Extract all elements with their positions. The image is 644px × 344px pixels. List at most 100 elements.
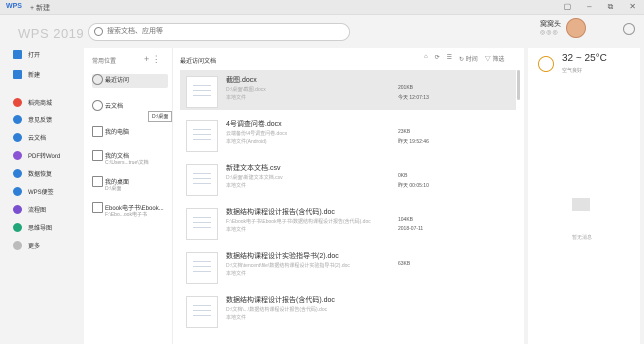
sidebar-item-new[interactable]: 新建 — [13, 68, 40, 80]
flowchart-icon — [13, 204, 22, 214]
file-time: 昨天 19:52:46 — [398, 139, 429, 145]
location-path: D:\桌面 — [105, 186, 122, 192]
file-time: 昨天 00:05:10 — [398, 183, 429, 189]
sidebar-item-label: 新建 — [28, 72, 41, 79]
sidebar-item-pdf[interactable]: PDF转Word — [13, 149, 60, 161]
file-path: D:\文档\...\数据结构课程设计报告(含代码).doc — [226, 307, 328, 313]
file-row[interactable]: 数据结构课程设计报告(含代码).doc D:\文档\...\数据结构课程设计报告… — [180, 290, 516, 330]
feedback-icon — [13, 114, 22, 124]
cloud-icon — [13, 132, 22, 142]
sidebar-item-feedback[interactable]: 意见反馈 — [13, 113, 52, 125]
doc-thumbnail-icon — [186, 76, 218, 108]
file-row[interactable]: 4号调查问卷.docx 云端备份\4号调查问卷.docx 本地文件(Androi… — [180, 114, 516, 154]
file-size: 0KB — [398, 173, 408, 179]
sidebar-item-label: 意见反馈 — [28, 117, 53, 124]
note-icon — [13, 186, 22, 196]
doc-folder-icon — [92, 150, 103, 161]
sidebar-item-store[interactable]: 稻壳商城 — [13, 96, 52, 108]
sidebar-item-open[interactable]: 打开 — [13, 48, 40, 60]
close-button[interactable]: ✕ — [629, 2, 636, 12]
sidebar-item-recovery[interactable]: 数据恢复 — [13, 167, 52, 179]
app-title: WPS 2019 — [18, 26, 85, 41]
file-source: 本地文件(Android) — [226, 139, 267, 145]
file-source: 本地文件 — [226, 95, 247, 101]
home-icon[interactable]: ⌂ — [424, 54, 428, 63]
file-size: 63KB — [398, 261, 411, 267]
list-view-icon[interactable]: ☰ — [447, 54, 452, 63]
file-source: 本地文件 — [226, 271, 247, 277]
recovery-icon — [13, 168, 22, 178]
location-path: F:\Ebo...ook电子书 — [105, 212, 147, 218]
file-name: 数据结构课程设计报告(含代码).doc — [226, 209, 335, 216]
computer-icon — [92, 126, 103, 137]
file-time: 今天 12:07:13 — [398, 95, 429, 101]
file-name: 数据结构课程设计实验指导书(2).doc — [226, 253, 339, 260]
location-ebook[interactable]: Ebook电子书\Ebook... F:\Ebo...ook电子书 — [92, 202, 168, 222]
sidebar-item-cloud[interactable]: 云文档 — [13, 131, 46, 143]
sun-icon — [538, 56, 554, 72]
file-row[interactable]: 截图.docx D:\桌面\截图.docx 本地文件 201KB 今天 12:0… — [180, 70, 516, 110]
avatar[interactable] — [566, 18, 586, 38]
location-recent[interactable]: 最近访问 — [92, 74, 168, 88]
empty-messages-label: 暂无消息 — [572, 235, 593, 241]
right-panel: 32 ~ 25°C 空气良好 暂无消息 — [528, 48, 640, 344]
path-tooltip: D:\桌面 — [148, 111, 173, 122]
weather-temp: 32 ~ 25°C — [562, 53, 607, 64]
refresh-icon[interactable]: ⟳ — [435, 54, 440, 63]
file-source: 本地文件 — [226, 227, 247, 233]
sidebar-item-notes[interactable]: WPS便签 — [13, 185, 54, 197]
new-tab-button[interactable]: + 新建 — [30, 3, 50, 13]
file-time: 2018-07-11 — [398, 226, 424, 232]
sidebar-item-more[interactable]: 更多 — [13, 239, 40, 251]
sidebar-item-flowchart[interactable]: 流程图 — [13, 203, 46, 215]
minimize-button[interactable]: – — [587, 2, 591, 12]
file-toolbar: ⌂ ⟳ ☰ ↻ 时间 ▽ 筛选 — [424, 54, 504, 63]
search-input[interactable] — [105, 27, 339, 36]
location-label: 云文档 — [105, 104, 124, 110]
files-header: 最近访问文档 — [180, 59, 217, 65]
location-computer[interactable]: 我的电脑 — [92, 126, 168, 140]
location-desktop[interactable]: 我的桌面 D:\桌面 — [92, 176, 168, 196]
sort-time-button[interactable]: ↻ 时间 — [459, 54, 478, 63]
pdf-icon — [13, 150, 22, 160]
locations-column: 常用位置 + ⋮ 最近访问 云文档 我的电脑 我的文档 C:\Users...tr… — [84, 48, 173, 344]
locations-actions[interactable]: + ⋮ — [144, 54, 161, 65]
file-source: 本地文件 — [226, 183, 247, 189]
restore-icon[interactable]: ▢ — [564, 2, 572, 12]
sidebar-item-mindmap[interactable]: 思维导图 — [13, 221, 52, 233]
filter-button[interactable]: ▽ 筛选 — [485, 54, 505, 63]
file-source: 本地文件 — [226, 315, 247, 321]
file-path: D:\桌面\截图.docx — [226, 87, 266, 93]
search-box[interactable] — [88, 23, 350, 41]
sidebar-item-label: PDF转Word — [28, 153, 61, 160]
location-label: 我的电脑 — [105, 130, 130, 136]
search-icon — [94, 27, 103, 36]
cloud-icon — [92, 100, 103, 111]
maximize-button[interactable]: ⧉ — [608, 2, 614, 12]
file-name: 新建文本文档.csv — [226, 165, 281, 172]
file-row[interactable]: 数据结构课程设计报告(含代码).doc F:\Ebook电子书\Ebook电子书… — [180, 202, 516, 242]
clock-icon — [92, 74, 103, 85]
sidebar-item-label: 稻壳商城 — [28, 100, 53, 107]
location-documents[interactable]: 我的文档 C:\Users...true\文档 — [92, 150, 168, 170]
file-row[interactable]: 新建文本文档.csv D:\桌面\新建文本文档.csv 本地文件 0KB 昨天 … — [180, 158, 516, 198]
sidebar-item-label: 流程图 — [28, 207, 47, 214]
main-panel: 常用位置 + ⋮ 最近访问 云文档 我的电脑 我的文档 C:\Users...tr… — [84, 48, 524, 344]
file-size: 201KB — [398, 85, 414, 91]
user-name[interactable]: 窝窝头 — [540, 19, 561, 29]
scrollbar[interactable] — [517, 70, 520, 100]
mindmap-icon — [13, 222, 22, 232]
file-name: 数据结构课程设计报告(含代码).doc — [226, 297, 335, 304]
sidebar-item-label: 更多 — [28, 243, 41, 250]
doc-thumbnail-icon — [186, 208, 218, 240]
new-icon — [13, 69, 22, 79]
sidebar-item-label: 思维导图 — [28, 225, 53, 232]
sidebar-item-label: 打开 — [28, 52, 41, 59]
doc-thumbnail-icon — [186, 296, 218, 328]
file-path: D:\桌面\新建文本文档.csv — [226, 175, 283, 181]
file-row[interactable]: 数据结构课程设计实验指导书(2).doc D:\文档\tencent\file\… — [180, 246, 516, 286]
user-status-icons: ◎◎◎ — [540, 30, 559, 36]
ebook-icon — [92, 202, 103, 213]
gear-icon[interactable] — [623, 23, 635, 35]
desktop-icon — [92, 176, 103, 187]
